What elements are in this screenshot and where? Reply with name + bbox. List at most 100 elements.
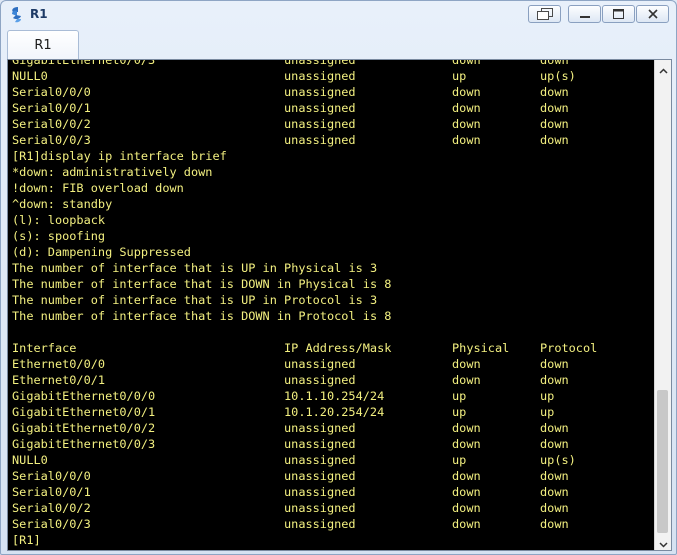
console-segment: unassigned (284, 469, 356, 483)
console-segment: IP Address/Mask (284, 341, 392, 355)
console-line: Serial0/0/2 unassigned down down (12, 500, 597, 516)
console-segment: down (540, 469, 569, 483)
console-segment: [R1]display ip interface brief (12, 149, 227, 163)
console-line: The number of interface that is DOWN in … (12, 276, 597, 292)
console-segment: Serial0/0/3 (12, 133, 91, 147)
console-segment: unassigned (284, 357, 356, 371)
console-segment: down (540, 60, 569, 67)
console-segment: down (452, 485, 481, 499)
scroll-thumb[interactable] (657, 390, 668, 533)
console-line: The number of interface that is UP in Ph… (12, 260, 597, 276)
console-line: ^down: standby (12, 196, 597, 212)
console-segment: down (452, 437, 481, 451)
console-segment: Serial0/0/0 (12, 469, 91, 483)
console-segment: up (540, 405, 555, 419)
maximize-icon (613, 9, 624, 19)
window-title: R1 (30, 7, 48, 21)
console-segment: down (540, 373, 569, 387)
console-segment: down (452, 117, 481, 131)
console-segment: Physical (452, 341, 510, 355)
scroll-up-button[interactable] (655, 60, 671, 76)
console-segment: down (540, 421, 569, 435)
console-line: NULL0 unassigned up up(s) (12, 452, 597, 468)
console-output[interactable]: GigabitEthernet0/0/3 unassigned down down NU… (8, 60, 656, 550)
console-segment: down (452, 469, 481, 483)
console-line: [R1]display ip interface brief (12, 148, 597, 164)
console-segment: (s): spoofing (12, 229, 106, 243)
console-line: Interface IP Address/Mask Physical Protocol (12, 340, 597, 356)
console-line: Serial0/0/1 unassigned down down (12, 100, 597, 116)
console-segment: up(s) (540, 69, 576, 83)
maximize-button[interactable] (602, 5, 635, 23)
restore-tile-icon (536, 8, 553, 20)
console-segment: down (452, 133, 481, 147)
console-line: !down: FIB overload down (12, 180, 597, 196)
console-segment: down (452, 101, 481, 115)
console-segment: up (452, 453, 467, 467)
console-segment: up (540, 389, 555, 403)
tab-r1[interactable]: R1 (7, 30, 79, 59)
console-segment: up(s) (540, 453, 576, 467)
console-segment: unassigned (284, 453, 356, 467)
console-segment: unassigned (284, 101, 356, 115)
console-line: (l): loopback (12, 212, 597, 228)
console-segment: The number of interface that is DOWN in … (12, 309, 392, 323)
console-segment: Interface (12, 341, 77, 355)
console-line: GigabitEthernet0/0/3 unassigned down down (12, 436, 597, 452)
console-line: (d): Dampening Suppressed (12, 244, 597, 260)
console-segment: NULL0 (12, 69, 48, 83)
console-segment: up (452, 405, 467, 419)
console-segment: unassigned (284, 69, 356, 83)
console-line: Serial0/0/0 unassigned down down (12, 84, 597, 100)
terminal-window: R1 R1 GigabitEthernet0/0/3 unassigned do… (0, 0, 677, 555)
console-segment: The number of interface that is UP in Ph… (12, 261, 378, 275)
console-frame: GigabitEthernet0/0/3 unassigned down down NU… (7, 59, 672, 551)
console-segment: Serial0/0/3 (12, 517, 91, 531)
console-line: (s): spoofing (12, 228, 597, 244)
scroll-down-button[interactable] (655, 534, 671, 550)
console-line: Serial0/0/3 unassigned down down (12, 516, 597, 532)
console-segment: down (540, 437, 569, 451)
console-line: GigabitEthernet0/0/1 10.1.20.254/24 up up (12, 404, 597, 420)
console-segment: unassigned (284, 485, 356, 499)
close-button[interactable] (636, 5, 669, 23)
console-segment: (l): loopback (12, 213, 106, 227)
console-segment: up (452, 69, 467, 83)
console-line: *down: administratively down (12, 164, 597, 180)
console-line: [R1] (12, 532, 597, 548)
vertical-scrollbar[interactable] (654, 60, 671, 550)
console-line: Serial0/0/1 unassigned down down (12, 484, 597, 500)
restore-tile-button[interactable] (528, 5, 561, 23)
console-line: Ethernet0/0/0 unassigned down down (12, 356, 597, 372)
console-segment: Ethernet0/0/1 (12, 373, 106, 387)
console-segment: ^down: standby (12, 197, 113, 211)
console-line: GigabitEthernet0/0/3 unassigned down down (12, 60, 597, 68)
console-line: GigabitEthernet0/0/0 10.1.10.254/24 up up (12, 388, 597, 404)
console-segment: Ethernet0/0/0 (12, 357, 106, 371)
console-segment: down (540, 101, 569, 115)
console-segment: down (540, 357, 569, 371)
console-segment: GigabitEthernet0/0/0 (12, 389, 156, 403)
console-segment: GigabitEthernet0/0/3 (12, 437, 156, 451)
console-segment: unassigned (284, 421, 356, 435)
console-line: The number of interface that is DOWN in … (12, 308, 597, 324)
console-segment: down (452, 85, 481, 99)
tab-label: R1 (34, 37, 52, 53)
console-segment: down (452, 501, 481, 515)
console-segment: Serial0/0/2 (12, 117, 91, 131)
console-segment: 10.1.20.254/24 (284, 405, 385, 419)
console-segment: down (540, 485, 569, 499)
scroll-up-arrow-icon (658, 59, 668, 78)
tab-strip: R1 (7, 30, 672, 60)
minimize-icon (579, 9, 590, 19)
title-bar[interactable]: R1 (1, 1, 676, 29)
console-segment: down (452, 357, 481, 371)
console-segment: down (452, 60, 481, 67)
close-icon (647, 9, 658, 19)
minimize-button[interactable] (568, 5, 601, 23)
console-segment: down (540, 117, 569, 131)
console-segment: The number of interface that is UP in Pr… (12, 293, 378, 307)
scroll-down-arrow-icon (658, 533, 668, 552)
console-segment: *down: administratively down (12, 165, 213, 179)
